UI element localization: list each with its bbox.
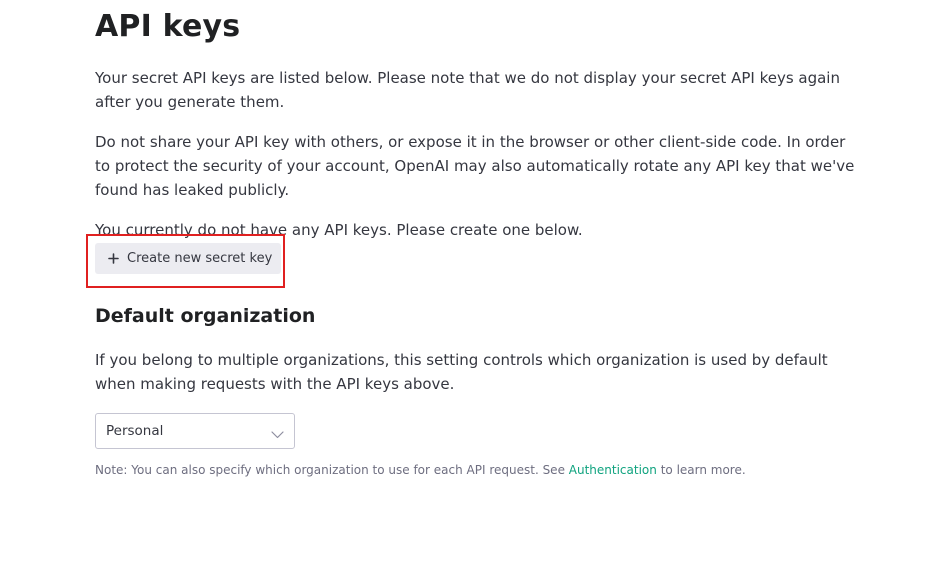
create-secret-key-button[interactable]: Create new secret key <box>95 243 281 274</box>
security-paragraph: Do not share your API key with others, o… <box>95 133 855 199</box>
create-secret-key-label: Create new secret key <box>127 251 273 266</box>
empty-state-text: You currently do not have any API keys. … <box>95 221 583 239</box>
organization-select[interactable]: Personal <box>95 413 295 449</box>
note-prefix: Note: You can also specify which organiz… <box>95 463 565 477</box>
page-title: API keys <box>95 9 241 44</box>
default-organization-description: If you belong to multiple organizations,… <box>95 351 828 393</box>
organization-note: Note: You can also specify which organiz… <box>95 462 746 479</box>
intro-paragraph: Your secret API keys are listed below. P… <box>95 69 840 111</box>
organization-select-value: Personal <box>106 423 164 439</box>
authentication-link[interactable]: Authentication <box>569 463 657 477</box>
note-suffix: to learn more. <box>660 463 746 477</box>
default-organization-heading: Default organization <box>95 305 316 327</box>
plus-icon <box>108 253 119 264</box>
chevron-down-icon <box>271 427 284 439</box>
